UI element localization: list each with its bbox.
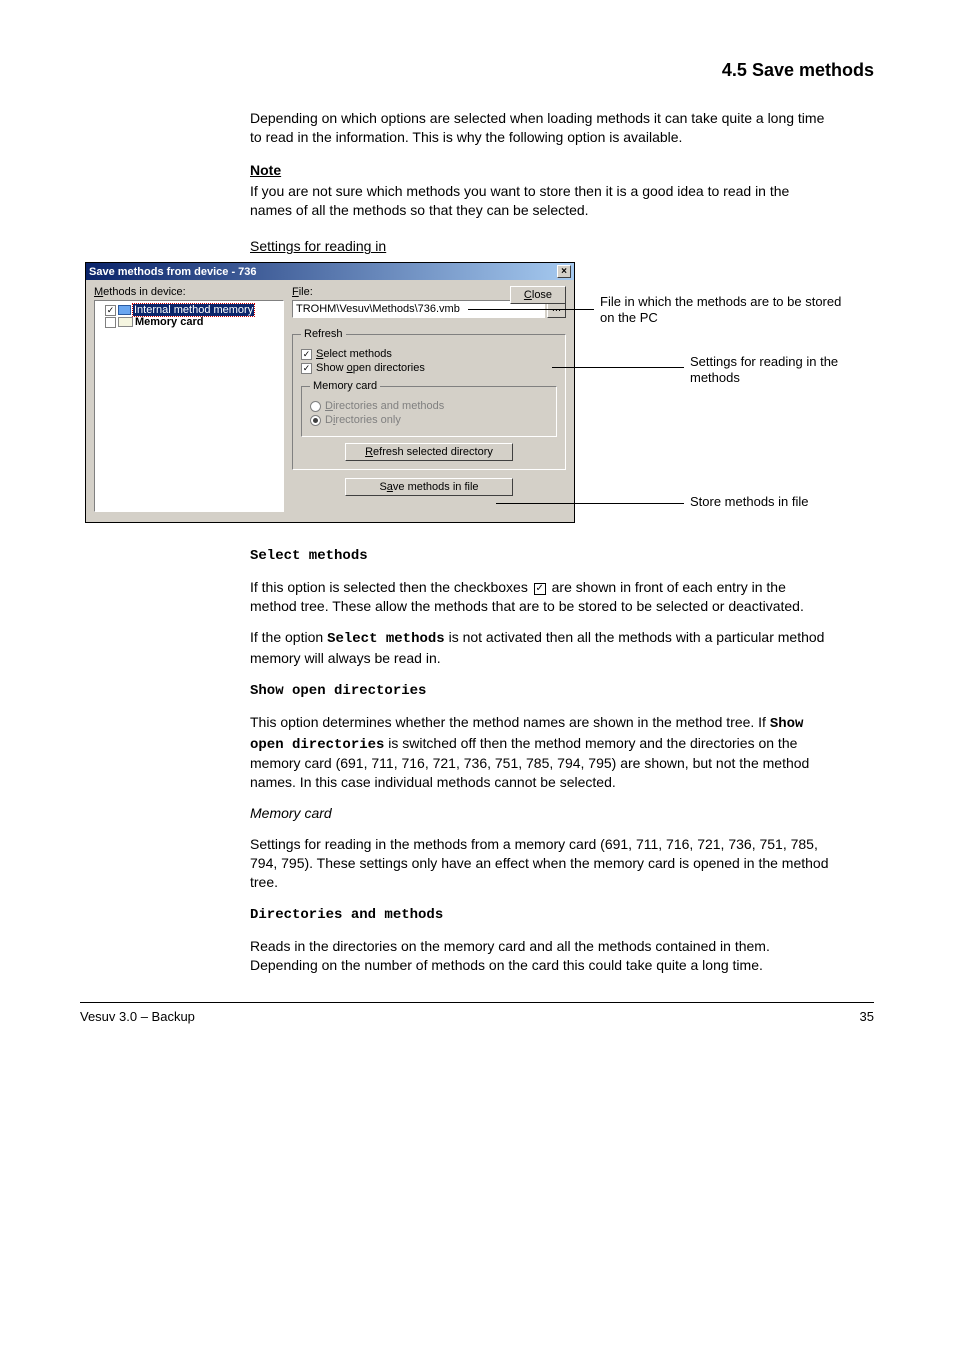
tree-label: Methods in device: (94, 286, 284, 298)
tree-item-card[interactable]: Memory card (97, 316, 281, 328)
checkbox-icon[interactable] (105, 317, 116, 328)
body-after-screenshot: Select methods If this option is selecte… (250, 545, 830, 974)
titlebar: Save methods from device - 736 × (86, 263, 574, 280)
intro-block: Depending on which options are selected … (250, 109, 830, 256)
callout-line (552, 367, 684, 368)
window-title: Save methods from device - 736 (89, 266, 257, 278)
section-header: 4.5 Save methods (80, 60, 874, 81)
refresh-group: Refresh ✓ Select methods ✓ Show open dir… (292, 328, 566, 470)
select-methods-p1: If this option is selected then the chec… (250, 578, 830, 616)
memory-card-icon (118, 317, 133, 327)
page-footer: Vesuv 3.0 – Backup 35 (80, 1002, 874, 1024)
tree-item-internal[interactable]: ✓ Internal method memory (97, 304, 281, 316)
show-open-p: This option determines whether the metho… (250, 713, 830, 793)
tree-item-label: Memory card (135, 316, 203, 328)
callout-save: Store methods in file (690, 494, 860, 510)
checkbox-inline-icon: ✓ (534, 583, 546, 595)
dir-methods-head: Directories and methods (250, 904, 830, 925)
internal-memory-icon (118, 305, 131, 315)
close-button[interactable]: Close (510, 286, 566, 304)
memory-card-legend: Memory card (310, 380, 380, 392)
note-heading: Note (250, 161, 830, 180)
select-methods-head: Select methods (250, 545, 830, 566)
footer-left: Vesuv 3.0 – Backup (80, 1009, 195, 1024)
note-text: If you are not sure which methods you wa… (250, 182, 830, 220)
window-close-button[interactable]: × (557, 265, 571, 278)
callout-line (496, 503, 684, 504)
radio-label: Directories only (325, 414, 401, 426)
dir-methods-text: Reads in the directories on the memory c… (250, 937, 830, 975)
memory-card-intro: Settings for reading in the methods from… (250, 835, 830, 892)
callout-line (468, 309, 594, 310)
memory-card-head: Memory card (250, 804, 830, 823)
save-methods-button[interactable]: Save methods in file (345, 478, 513, 496)
show-open-directories-checkbox[interactable]: ✓ Show open directories (301, 362, 557, 374)
refresh-legend: Refresh (301, 328, 346, 340)
radio-label: Directories and methods (325, 400, 444, 412)
dialog-body: Methods in device: ✓ Internal method mem… (86, 280, 574, 522)
checkbox-icon[interactable]: ✓ (105, 305, 116, 316)
right-pane: Close File: ... Refresh ✓ Select methods (292, 286, 566, 512)
checkbox-icon: ✓ (301, 349, 312, 360)
radio-dir-and-methods: Directories and methods (310, 400, 548, 412)
intro-paragraph: Depending on which options are selected … (250, 109, 830, 147)
radio-dir-only: Directories only (310, 414, 548, 426)
memory-card-group: Memory card Directories and methods Dire… (301, 380, 557, 437)
refresh-selected-button[interactable]: Refresh selected directory (345, 443, 513, 461)
select-methods-checkbox[interactable]: ✓ Select methods (301, 348, 557, 360)
screenshot-wrapper: Save methods from device - 736 × Methods… (80, 262, 860, 523)
callout-file: File in which the methods are to be stor… (600, 294, 850, 325)
tree-item-label: Internal method memory (133, 304, 254, 316)
document-page: 4.5 Save methods Depending on which opti… (0, 0, 954, 1064)
footer-right: 35 (860, 1009, 874, 1024)
radio-icon (310, 401, 321, 412)
checkbox-label: Select methods (316, 348, 392, 360)
radio-icon (310, 415, 321, 426)
checkbox-icon: ✓ (301, 363, 312, 374)
dialog-window: Save methods from device - 736 × Methods… (85, 262, 575, 523)
checkbox-label: Show open directories (316, 362, 425, 374)
select-methods-p2: If the option Select methods is not acti… (250, 628, 830, 668)
show-open-head: Show open directories (250, 680, 830, 701)
callout-refresh: Settings for reading in the methods (690, 354, 860, 385)
subheading-settings: Settings for reading in (250, 237, 830, 256)
methods-tree[interactable]: ✓ Internal method memory Memory card (94, 300, 284, 512)
left-pane: Methods in device: ✓ Internal method mem… (94, 286, 284, 512)
